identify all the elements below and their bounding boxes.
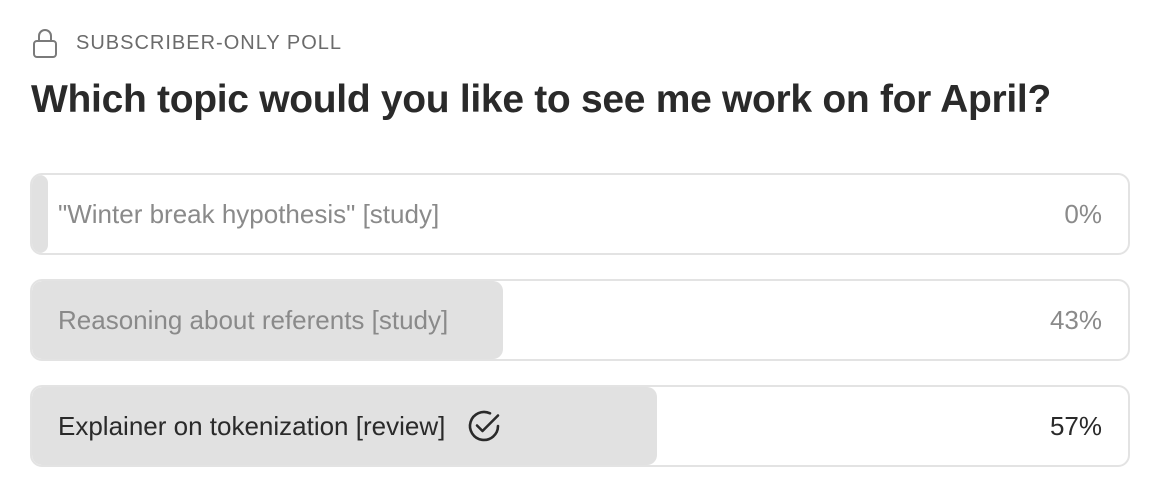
option-percent: 43% [1049,304,1102,335]
poll-option-reasoning-referents[interactable]: Reasoning about referents [study] 43% [30,279,1130,361]
check-circle-icon [465,407,503,445]
poll-type-label: SUBSCRIBER-ONLY POLL [76,31,343,54]
poll-option-tokenization[interactable]: Explainer on tokenization [review] 57% [30,385,1130,467]
option-label: Reasoning about referents [study] [58,304,449,335]
poll-card: SUBSCRIBER-ONLY POLL Which topic would y… [0,0,1170,496]
option-percent: 57% [1049,410,1102,441]
option-label: "Winter break hypothesis" [study] [58,198,440,229]
poll-header: SUBSCRIBER-ONLY POLL [32,26,342,60]
option-label: Explainer on tokenization [review] [58,410,446,441]
option-result-bar [32,175,48,253]
poll-option-winter-break[interactable]: "Winter break hypothesis" [study] 0% [30,173,1130,255]
poll-question: Which topic would you like to see me wor… [31,78,1051,121]
poll-options: "Winter break hypothesis" [study] 0% Rea… [30,173,1130,491]
option-percent: 0% [1064,198,1102,229]
lock-icon [32,27,58,59]
